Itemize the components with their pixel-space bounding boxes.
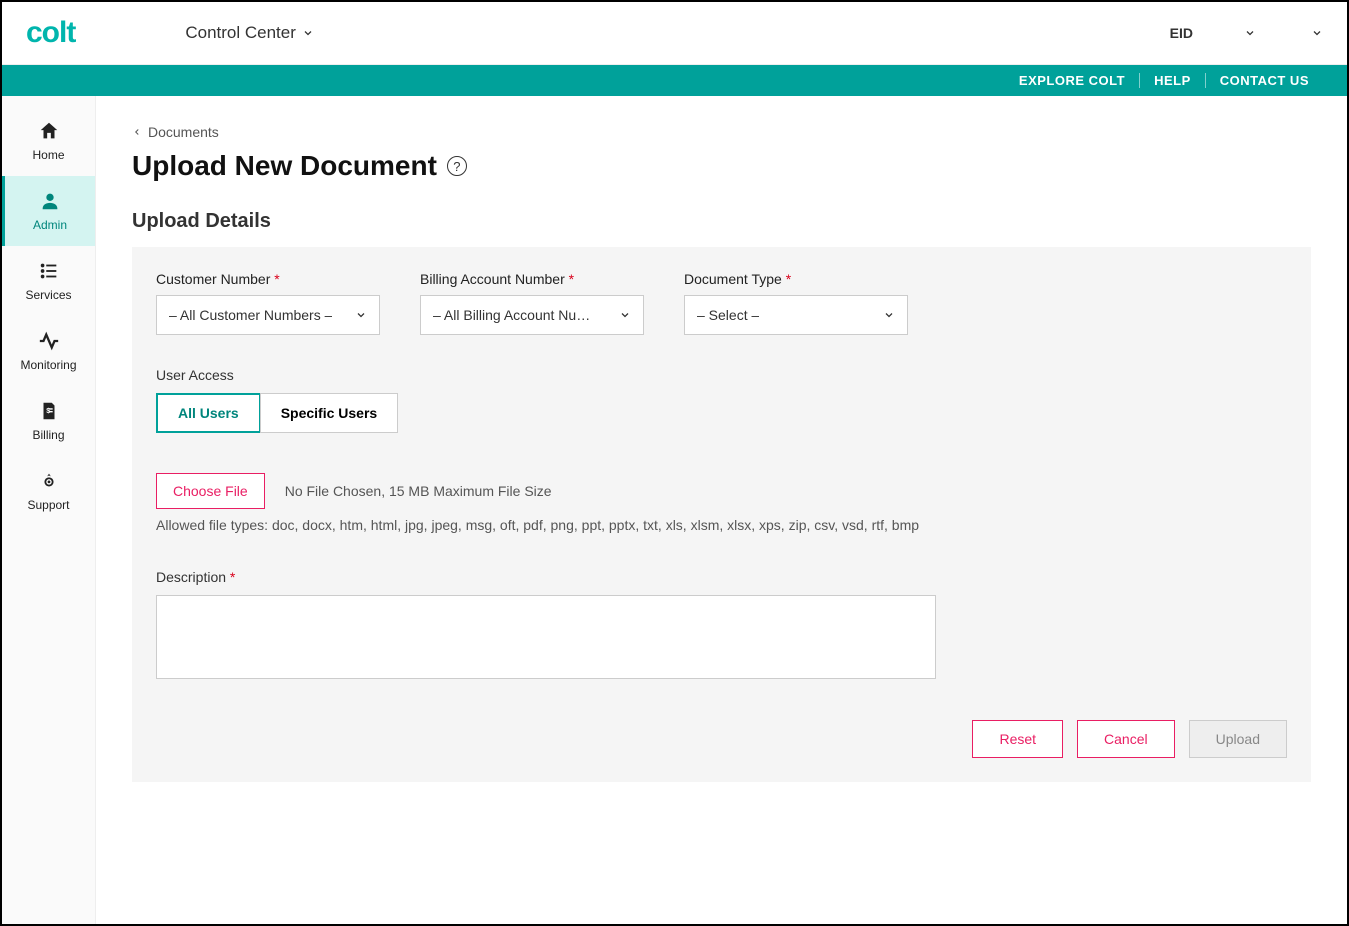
file-status: No File Chosen, 15 MB Maximum File Size — [285, 483, 552, 499]
sidebar-item-label: Admin — [33, 218, 67, 232]
app-switcher-label: Control Center — [185, 23, 296, 43]
header: colt Control Center EID — [2, 2, 1347, 65]
page-title: Upload New Document — [132, 150, 437, 182]
sidebar-item-services[interactable]: Services — [2, 246, 95, 316]
app-switcher[interactable]: Control Center — [185, 23, 314, 43]
billing-icon: $ — [38, 400, 60, 422]
eid-label: EID — [1170, 25, 1193, 41]
svg-text:$: $ — [46, 406, 50, 415]
sidebar-item-label: Billing — [32, 428, 64, 442]
sidebar-item-monitoring[interactable]: Monitoring — [2, 316, 95, 386]
specific-users-toggle[interactable]: Specific Users — [260, 393, 399, 433]
user-access-label: User Access — [156, 367, 1287, 383]
user-access-toggle: All Users Specific Users — [156, 393, 1287, 433]
upload-details-panel: Customer Number * – All Customer Numbers… — [132, 247, 1311, 782]
support-icon — [38, 470, 60, 492]
top-nav-bar: EXPLORE COLT HELP CONTACT US — [2, 65, 1347, 96]
billing-account-label: Billing Account Number * — [420, 271, 644, 287]
billing-account-select[interactable]: – All Billing Account Nu… — [420, 295, 644, 335]
sidebar-item-label: Home — [32, 148, 64, 162]
chevron-left-icon — [132, 127, 142, 137]
description-label: Description * — [156, 569, 1287, 585]
sidebar-item-support[interactable]: Support — [2, 456, 95, 526]
select-value: – Select – — [697, 307, 759, 323]
chevron-down-icon — [355, 309, 367, 321]
sidebar-item-label: Monitoring — [20, 358, 76, 372]
choose-file-button[interactable]: Choose File — [156, 473, 265, 509]
user-dropdown[interactable] — [1274, 25, 1323, 41]
explore-link[interactable]: EXPLORE COLT — [1005, 73, 1139, 88]
home-icon — [38, 120, 60, 142]
sidebar-item-home[interactable]: Home — [2, 106, 95, 176]
breadcrumb-label: Documents — [148, 124, 219, 140]
breadcrumb-back[interactable]: Documents — [132, 124, 1311, 140]
customer-number-label: Customer Number * — [156, 271, 380, 287]
help-icon[interactable]: ? — [447, 156, 467, 176]
services-icon — [38, 260, 60, 282]
document-type-label: Document Type * — [684, 271, 908, 287]
sidebar-item-admin[interactable]: Admin — [2, 176, 95, 246]
section-title: Upload Details — [132, 210, 1311, 233]
user-name — [1274, 25, 1305, 41]
chevron-down-icon — [883, 309, 895, 321]
select-value: – All Customer Numbers – — [169, 307, 332, 323]
document-type-select[interactable]: – Select – — [684, 295, 908, 335]
sidebar: Home Admin Services Monitoring $ Billing… — [2, 96, 96, 924]
allowed-file-types: Allowed file types: doc, docx, htm, html… — [156, 517, 1287, 533]
upload-button[interactable]: Upload — [1189, 720, 1287, 758]
select-value: – All Billing Account Nu… — [433, 307, 590, 323]
chevron-down-icon — [1244, 27, 1256, 39]
sidebar-item-label: Services — [25, 288, 71, 302]
chevron-down-icon — [302, 27, 314, 39]
sidebar-item-billing[interactable]: $ Billing — [2, 386, 95, 456]
all-users-toggle[interactable]: All Users — [156, 393, 261, 433]
eid-value — [1199, 25, 1238, 41]
chevron-down-icon — [619, 309, 631, 321]
customer-number-select[interactable]: – All Customer Numbers – — [156, 295, 380, 335]
main-content: Documents Upload New Document ? Upload D… — [96, 96, 1347, 924]
chevron-down-icon — [1311, 27, 1323, 39]
reset-button[interactable]: Reset — [972, 720, 1063, 758]
eid-dropdown[interactable]: EID — [1170, 25, 1256, 41]
description-textarea[interactable] — [156, 595, 936, 679]
contact-link[interactable]: CONTACT US — [1205, 73, 1323, 88]
help-link[interactable]: HELP — [1139, 73, 1205, 88]
cancel-button[interactable]: Cancel — [1077, 720, 1175, 758]
sidebar-item-label: Support — [27, 498, 69, 512]
logo: colt — [26, 16, 75, 50]
monitoring-icon — [38, 330, 60, 352]
admin-icon — [39, 190, 61, 212]
